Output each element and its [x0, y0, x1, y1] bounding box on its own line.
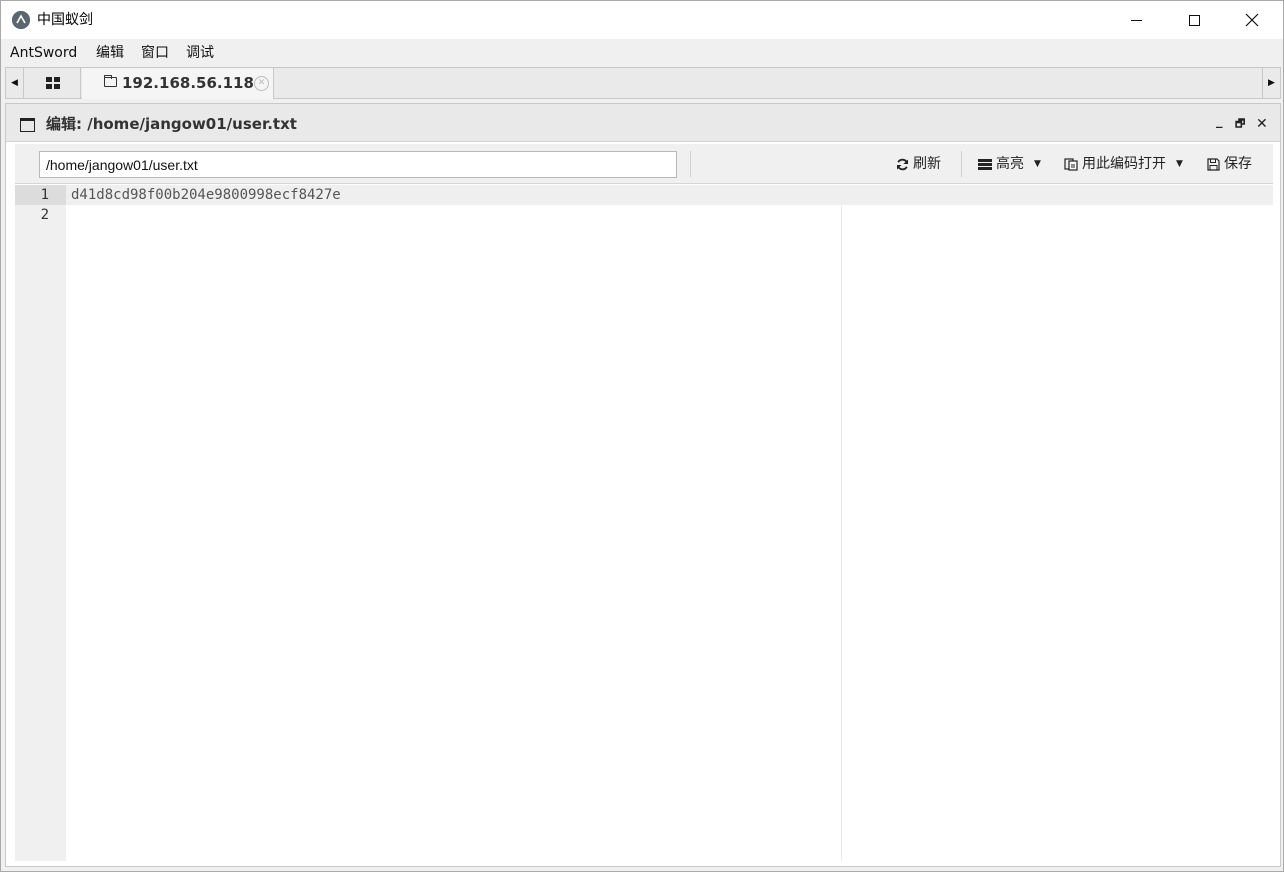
caret-right-icon: ▶ — [1268, 78, 1275, 88]
list-icon — [978, 158, 992, 170]
window-icon — [20, 118, 35, 132]
tab-scroll-left-button[interactable]: ◀ — [6, 68, 24, 98]
caret-left-icon: ◀ — [11, 78, 18, 88]
panel-title: 编辑: /home/jangow01/user.txt — [46, 115, 297, 133]
caret-down-icon: ▼ — [1176, 159, 1183, 169]
refresh-label: 刷新 — [913, 156, 941, 172]
panel-restore-button[interactable]: 🗗 — [1235, 116, 1245, 132]
minimize-window-button[interactable] — [1107, 1, 1165, 39]
close-window-button[interactable] — [1223, 1, 1281, 39]
save-button[interactable]: 保存 — [1207, 155, 1252, 173]
open-with-encoding-dropdown[interactable]: 用此编码打开 ▼ — [1064, 155, 1183, 173]
maximize-window-button[interactable] — [1165, 1, 1223, 39]
tab-home[interactable] — [25, 68, 81, 98]
tab-close-button[interactable]: ✕ — [254, 76, 269, 91]
caret-down-icon: ▼ — [1034, 159, 1041, 169]
line-number: 2 — [40, 207, 49, 223]
panel-minimize-button[interactable]: _ — [1216, 114, 1223, 130]
highlight-dropdown[interactable]: 高亮 ▼ — [978, 155, 1041, 173]
maximize-icon — [1188, 14, 1200, 26]
tab-scroll-right-button[interactable]: ▶ — [1262, 68, 1280, 98]
app-window: 中国蚁剑 AntSword 编辑 窗口 调试 ◀ 192.168.56.118 — [0, 0, 1284, 872]
minimize-icon — [1130, 19, 1142, 21]
antsword-logo-icon — [12, 11, 30, 29]
highlight-label: 高亮 — [996, 156, 1024, 172]
panel-close-button[interactable]: ✕ — [1256, 116, 1268, 132]
encoding-icon — [1064, 158, 1078, 171]
window-title: 中国蚁剑 — [37, 12, 93, 28]
print-margin — [841, 205, 842, 861]
title-bar[interactable]: 中国蚁剑 — [1, 1, 1283, 39]
toolbar-separator — [961, 151, 962, 177]
editor-panel: 编辑: /home/jangow01/user.txt _ 🗗 ✕ 刷新 高 — [5, 103, 1281, 867]
tab-host[interactable]: 192.168.56.118 ✕ — [82, 68, 274, 99]
menu-debug[interactable]: 调试 — [186, 44, 214, 62]
open-with-encoding-label: 用此编码打开 — [1082, 156, 1166, 172]
menu-edit[interactable]: 编辑 — [96, 44, 124, 62]
save-icon — [1207, 157, 1220, 171]
tab-host-label: 192.168.56.118 — [122, 74, 254, 92]
code-line[interactable]: d41d8cd98f00b204e9800998ecf8427e — [71, 185, 341, 205]
panel-header[interactable]: 编辑: /home/jangow01/user.txt _ 🗗 ✕ — [6, 104, 1280, 142]
tab-bar: ◀ 192.168.56.118 ✕ ▶ — [5, 67, 1281, 99]
menu-antsword[interactable]: AntSword — [10, 44, 77, 62]
grid-icon — [45, 77, 60, 89]
editor-toolbar: 刷新 高亮 ▼ 用此编码打开 ▼ — [15, 144, 1273, 184]
close-icon — [1245, 13, 1259, 27]
line-number: 1 — [15, 185, 66, 205]
file-path-input[interactable] — [39, 151, 677, 178]
toolbar-separator — [690, 151, 691, 177]
refresh-icon — [897, 158, 908, 170]
folder-icon — [104, 75, 117, 87]
line-number-gutter — [15, 185, 66, 861]
menu-window[interactable]: 窗口 — [141, 44, 169, 62]
save-label: 保存 — [1224, 156, 1252, 172]
code-editor[interactable]: 1 2 d41d8cd98f00b204e9800998ecf8427e — [15, 185, 1273, 861]
refresh-button[interactable]: 刷新 — [896, 155, 941, 173]
menu-bar: AntSword 编辑 窗口 调试 — [1, 39, 1283, 67]
